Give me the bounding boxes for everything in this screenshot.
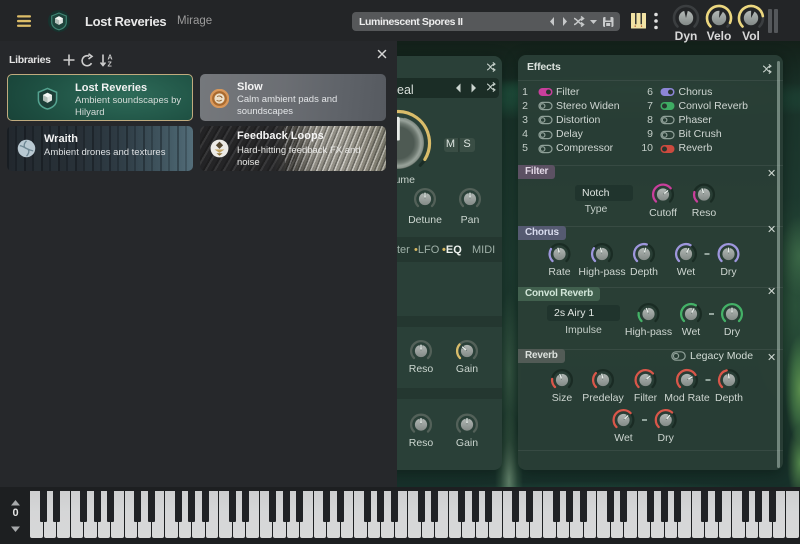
svg-text:A: A [108,55,113,62]
svg-text:Z: Z [108,62,113,68]
